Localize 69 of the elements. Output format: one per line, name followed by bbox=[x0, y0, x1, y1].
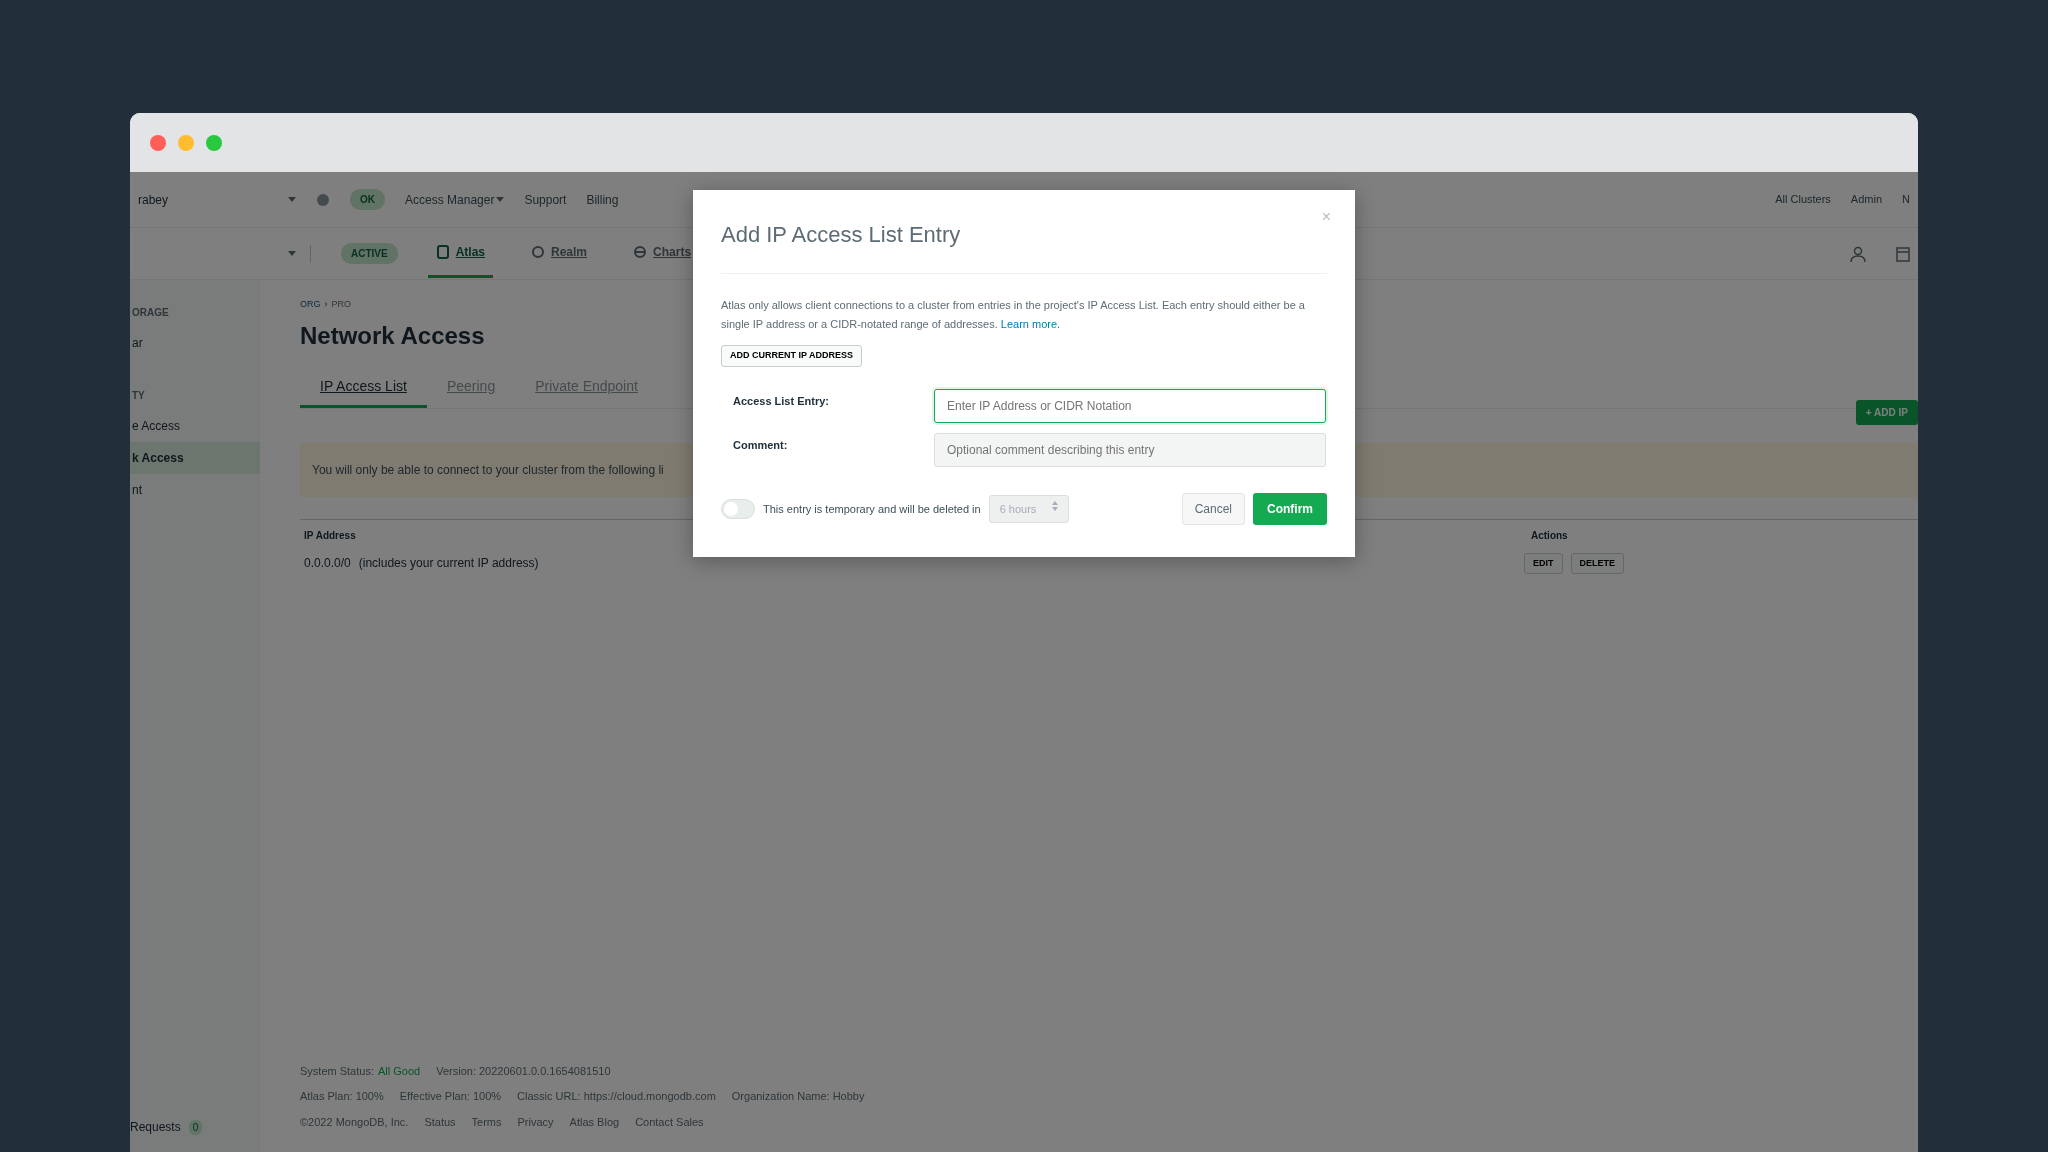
maximize-icon[interactable] bbox=[206, 134, 222, 151]
footer-text: ©2022 MongoDB, Inc. bbox=[300, 1114, 409, 1130]
add-ip-button[interactable]: + ADD IP bbox=[1855, 400, 1918, 425]
footer-link[interactable]: Atlas Blog bbox=[569, 1113, 620, 1130]
breadcrumb-separator: › bbox=[324, 298, 328, 311]
product-tab[interactable]: Atlas bbox=[427, 229, 493, 278]
sidebar-heading: TY bbox=[131, 389, 146, 403]
toggle-label: This entry is temporary and will be deleted in bbox=[763, 501, 981, 517]
footer-text: All Good bbox=[378, 1063, 421, 1079]
footer-text: Version: 20220601.0.0.1654081510 bbox=[436, 1063, 611, 1079]
database-icon bbox=[435, 245, 450, 259]
breadcrumb-link[interactable]: PRO bbox=[331, 298, 352, 312]
modal-title: Add IP Access List Entry bbox=[721, 218, 1327, 274]
confirm-button[interactable]: Confirm bbox=[1253, 492, 1327, 525]
product-tab[interactable]: Charts bbox=[625, 229, 700, 278]
action-button[interactable]: DELETE bbox=[1570, 552, 1625, 574]
close-icon[interactable] bbox=[150, 134, 166, 151]
requests-count: 0 bbox=[188, 1119, 203, 1135]
cancel-button[interactable]: Cancel bbox=[1181, 492, 1245, 525]
sidebar-heading: ORAGE bbox=[131, 306, 170, 320]
footer-text: Effective Plan: 100% bbox=[399, 1089, 502, 1104]
nav-link[interactable]: All Clusters bbox=[1775, 191, 1831, 208]
footer-link[interactable]: Privacy bbox=[517, 1113, 554, 1130]
footer-link[interactable]: Contact Sales bbox=[635, 1113, 704, 1130]
ip-address: 0.0.0.0/0 bbox=[304, 555, 351, 573]
page-tab[interactable]: IP Access List bbox=[300, 367, 427, 408]
breadcrumb-link[interactable]: ORG bbox=[300, 298, 321, 312]
column-header: IP Address bbox=[304, 528, 357, 543]
page-tab[interactable]: Private Endpoint bbox=[515, 367, 658, 408]
footer-link[interactable]: Status bbox=[424, 1113, 456, 1130]
chevron-icon bbox=[1052, 500, 1059, 511]
sidebar-item[interactable]: k Access bbox=[130, 442, 260, 474]
learn-more-link[interactable]: Learn more. bbox=[1000, 317, 1061, 330]
nav-link[interactable]: Admin bbox=[1850, 191, 1883, 208]
calendar-icon bbox=[1896, 245, 1910, 262]
page-title: Network Access bbox=[300, 320, 485, 351]
caret-icon bbox=[288, 197, 297, 202]
footer-text: System Status: bbox=[300, 1063, 374, 1079]
page-tab[interactable]: Peering bbox=[426, 367, 516, 408]
sidebar-item[interactable]: ar bbox=[130, 327, 260, 359]
input-field[interactable]: Enter IP Address or CIDR Notation bbox=[934, 388, 1326, 423]
toggle-switch[interactable] bbox=[721, 498, 755, 519]
field-label: Access List Entry: bbox=[732, 393, 830, 409]
action-button[interactable]: EDIT bbox=[1524, 552, 1563, 574]
product-tab[interactable]: Realm bbox=[523, 229, 596, 278]
chart-icon bbox=[633, 245, 648, 259]
sidebar-item[interactable]: nt bbox=[130, 474, 260, 506]
add-current-ip-button[interactable]: ADD CURRENT IP ADDRESS bbox=[721, 345, 862, 367]
ip-note: (includes your current IP address) bbox=[358, 555, 539, 573]
status-badge: OK bbox=[350, 189, 386, 210]
caret-icon bbox=[288, 251, 296, 256]
nav-link[interactable]: Access Manager bbox=[405, 190, 495, 209]
nav-link[interactable]: N bbox=[1902, 191, 1910, 208]
footer-text: Organization Name: Hobby bbox=[731, 1089, 865, 1104]
caret-icon bbox=[496, 197, 505, 202]
sidebar-item[interactable]: e Access bbox=[130, 410, 260, 442]
user-icon bbox=[1850, 245, 1866, 262]
footer-link[interactable]: Terms bbox=[471, 1113, 502, 1130]
requests-label: Requests bbox=[130, 1119, 181, 1136]
nav-link[interactable]: Billing bbox=[586, 190, 619, 209]
org-name[interactable]: rabey bbox=[138, 190, 169, 209]
column-header: Actions bbox=[1531, 528, 1568, 543]
status-badge: ACTIVE bbox=[341, 243, 398, 264]
modal-description: Atlas only allows client connections to a cluster from entries in the project's IP Access List. Each entry should either be a single IP address or a CIDR-notated range of addresses. Learn more. bbox=[721, 298, 1306, 332]
footer-text: Classic URL: https://cloud.mongodb.com bbox=[517, 1089, 716, 1104]
footer-text: Atlas Plan: 100% bbox=[300, 1089, 384, 1104]
minimize-icon[interactable] bbox=[178, 134, 194, 151]
circle-icon bbox=[531, 245, 545, 259]
nav-link[interactable]: Support bbox=[524, 190, 567, 209]
